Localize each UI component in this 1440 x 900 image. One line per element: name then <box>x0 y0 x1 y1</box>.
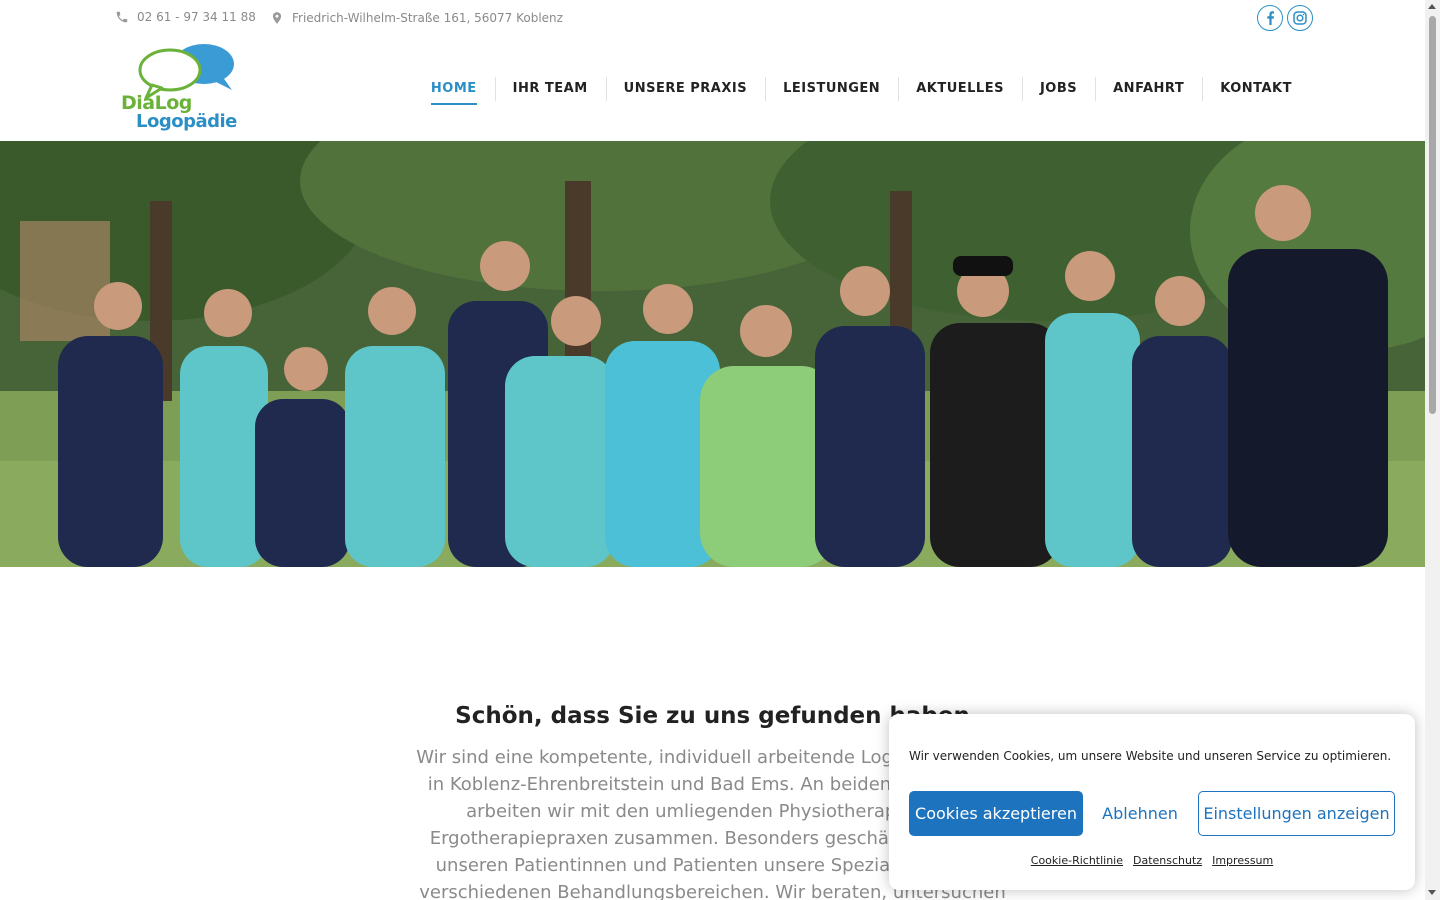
cookie-settings-button[interactable]: Einstellungen anzeigen <box>1198 791 1395 836</box>
privacy-link[interactable]: Datenschutz <box>1133 854 1202 867</box>
facebook-icon <box>1267 11 1274 25</box>
scrollbar-thumb[interactable] <box>1429 16 1436 414</box>
instagram-icon <box>1293 11 1307 25</box>
nav-unsere-praxis[interactable]: UNSERE PRAXIS <box>605 76 765 101</box>
team-photo-illustration <box>0 141 1425 567</box>
deny-cookies-button[interactable]: Ablehnen <box>1095 791 1185 836</box>
accept-cookies-button[interactable]: Cookies akzeptieren <box>909 791 1083 836</box>
phone-icon <box>116 11 128 23</box>
nav-anfahrt[interactable]: ANFAHRT <box>1095 76 1202 101</box>
cookie-message: Wir verwenden Cookies, um unsere Website… <box>909 749 1392 763</box>
cookie-banner: Wir verwenden Cookies, um unsere Website… <box>889 714 1415 890</box>
cookie-links: Cookie-Richtlinie Datenschutz Impressum <box>889 854 1415 867</box>
nav-home[interactable]: HOME <box>413 77 495 105</box>
nav-jobs[interactable]: JOBS <box>1021 76 1095 101</box>
nav-kontakt[interactable]: KONTAKT <box>1202 76 1310 101</box>
speech-bubbles-icon <box>138 44 234 100</box>
nav-ihr-team[interactable]: IHR TEAM <box>494 76 606 101</box>
location-pin-icon <box>272 12 282 24</box>
cookie-policy-link[interactable]: Cookie-Richtlinie <box>1031 854 1123 867</box>
social-links <box>1257 5 1313 31</box>
address-contact[interactable]: Friedrich-Wilhelm-Straße 161, 56077 Kobl… <box>270 10 563 26</box>
nav-leistungen[interactable]: LEISTUNGEN <box>765 76 898 101</box>
scroll-up-arrow-icon[interactable] <box>1428 4 1436 9</box>
topbar: 02 61 - 97 34 11 88 Friedrich-Wilhelm-St… <box>0 0 1425 36</box>
logo-line2: Logopädie <box>136 111 237 132</box>
imprint-link[interactable]: Impressum <box>1212 854 1273 867</box>
phone-contact[interactable]: 02 61 - 97 34 11 88 <box>115 10 256 24</box>
main-navigation: HOME IHR TEAM UNSERE PRAXIS LEISTUNGEN A… <box>413 36 1310 141</box>
address-text: Friedrich-Wilhelm-Straße 161, 56077 Kobl… <box>292 11 563 25</box>
nav-aktuelles[interactable]: AKTUELLES <box>898 76 1022 101</box>
scroll-down-arrow-icon[interactable] <box>1428 890 1436 895</box>
hero-team-photo <box>0 141 1425 567</box>
phone-number: 02 61 - 97 34 11 88 <box>137 10 256 24</box>
site-header: DiaLog Logopädie HOME IHR TEAM UNSERE PR… <box>0 36 1425 141</box>
page-scrollbar[interactable] <box>1425 0 1440 900</box>
instagram-link[interactable] <box>1287 5 1313 31</box>
facebook-link[interactable] <box>1257 5 1283 31</box>
site-logo[interactable]: DiaLog Logopädie <box>118 40 238 136</box>
